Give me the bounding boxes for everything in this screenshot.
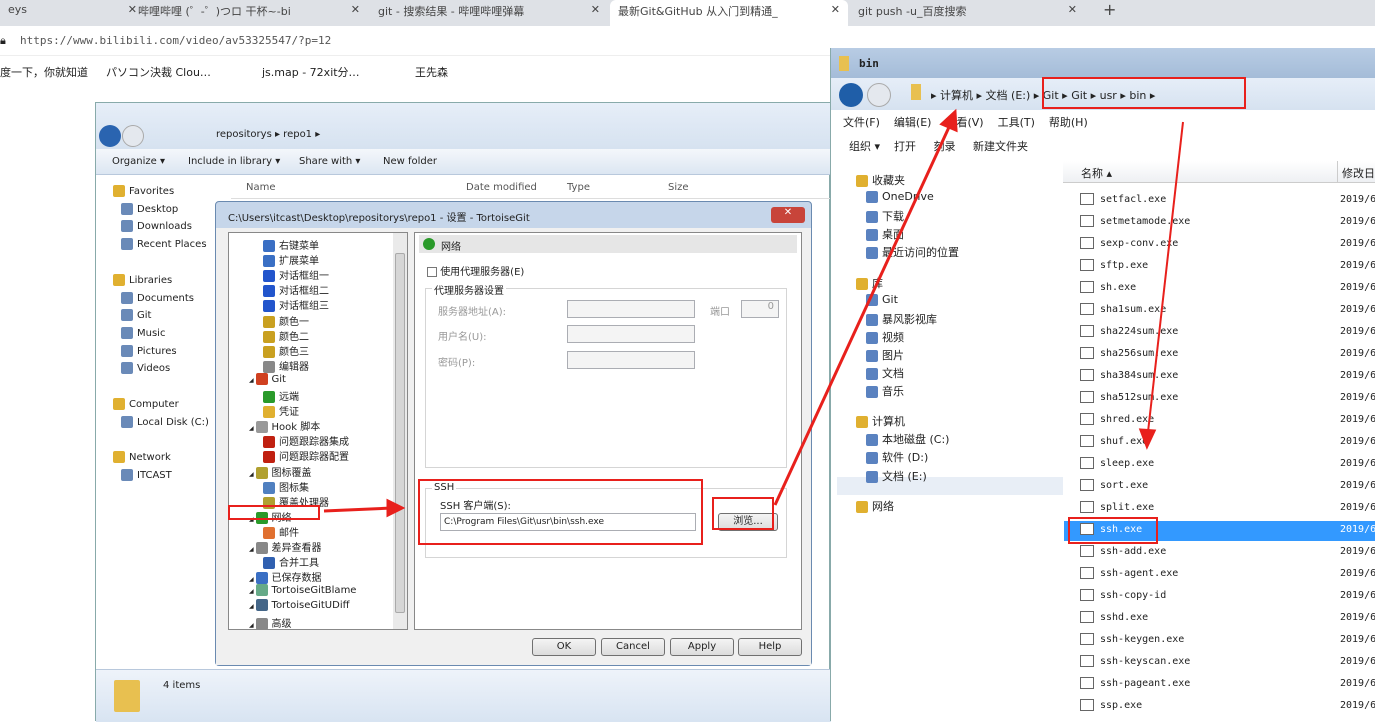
arrow-line bbox=[323, 506, 393, 513]
arrow-line bbox=[773, 124, 952, 506]
arrow-head bbox=[939, 108, 958, 133]
arrow-line bbox=[1147, 121, 1184, 433]
arrow-head bbox=[386, 498, 406, 518]
arrow-head bbox=[1138, 428, 1157, 450]
annotation-arrows bbox=[323, 108, 1184, 518]
